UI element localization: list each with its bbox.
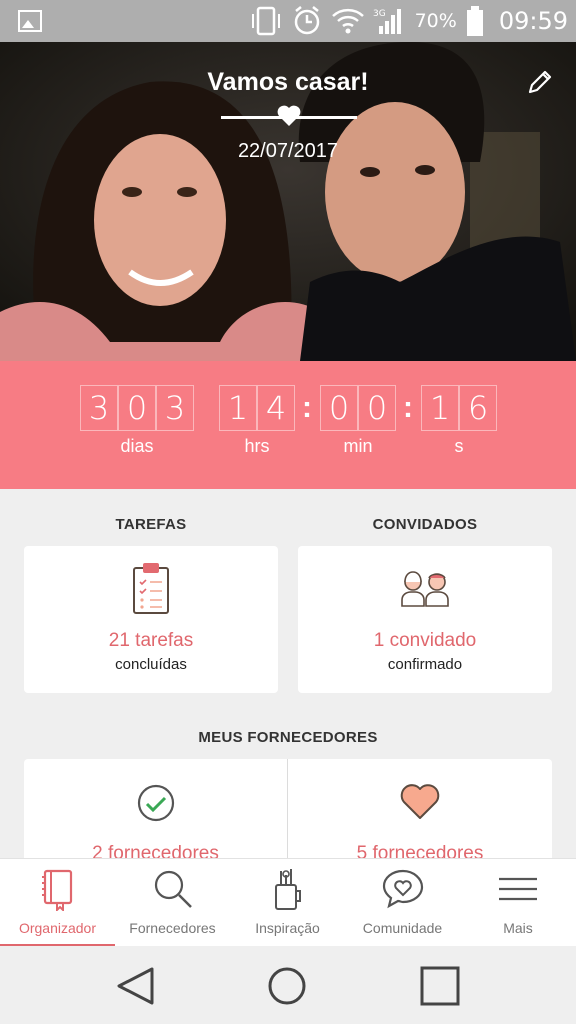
vendors-card: 2 fornecedores 5 fornecedores <box>24 759 552 869</box>
battery-percentage: 70% <box>414 10 457 32</box>
nav-organizador[interactable]: Organizador <box>0 859 115 947</box>
status-bar: 3G 70% 09:59 <box>0 0 576 42</box>
countdown-digit: 0 <box>358 385 396 431</box>
guests-status: confirmado <box>387 656 463 673</box>
menu-icon <box>499 877 537 901</box>
nav-label: Mais <box>503 920 533 936</box>
countdown-digit: 6 <box>459 385 497 431</box>
heart-icon <box>277 105 301 126</box>
clipboard-checklist-icon <box>133 563 169 614</box>
nav-comunidade[interactable]: Comunidade <box>345 859 460 947</box>
guests-couple-icon <box>401 571 449 607</box>
countdown-label-minutes: min <box>343 436 373 456</box>
nav-label: Fornecedores <box>129 920 216 936</box>
guests-heading: CONVIDADOS <box>372 516 478 533</box>
guests-count: 1 convidado <box>373 630 477 651</box>
countdown-digit: 0 <box>320 385 358 431</box>
nav-inspiracao[interactable]: Inspiração <box>230 859 345 947</box>
nav-label: Organizador <box>18 920 97 936</box>
nav-mais[interactable]: Mais <box>460 859 576 947</box>
signal-icon: 3G <box>373 9 401 34</box>
nav-label: Comunidade <box>362 920 443 936</box>
check-circle-icon <box>137 784 174 822</box>
tasks-heading: TAREFAS <box>115 516 187 533</box>
wedding-date: 22/07/2017 <box>237 140 339 162</box>
countdown-digit: 3 <box>156 385 194 431</box>
countdown-digit: 1 <box>219 385 257 431</box>
countdown-label-hours: hrs <box>244 436 270 456</box>
battery-icon <box>466 6 483 36</box>
countdown-days: 3 0 3 <box>80 385 194 431</box>
heart-favorite-icon <box>400 784 440 819</box>
pencil-cup-icon <box>274 869 301 910</box>
countdown-panel: 3 0 3 1 4 : 0 0 : 1 6 dias hrs min s <box>0 361 576 489</box>
hired-vendors-tile[interactable]: 2 fornecedores <box>24 759 287 869</box>
countdown-digit: 0 <box>118 385 156 431</box>
guests-card[interactable]: 1 convidado confirmado <box>298 546 552 693</box>
tasks-count: 21 tarefas <box>108 630 194 651</box>
system-navigation-bar <box>0 946 576 1024</box>
wifi-icon <box>331 8 364 34</box>
countdown-hours: 1 4 <box>219 385 295 431</box>
countdown-separator: : <box>302 391 312 424</box>
back-icon[interactable] <box>114 966 156 1006</box>
countdown-digit: 1 <box>421 385 459 431</box>
recent-apps-icon[interactable] <box>419 966 461 1006</box>
svg-text:3G: 3G <box>373 9 386 19</box>
gallery-notification-icon <box>18 10 42 32</box>
countdown-digit: 3 <box>80 385 118 431</box>
vibrate-icon <box>251 6 280 36</box>
bottom-navigation: Organizador Fornecedores Inspiração Comu… <box>0 858 576 947</box>
countdown-label-days: dias <box>120 436 154 456</box>
countdown-minutes: 0 0 <box>320 385 396 431</box>
nav-label: Inspiração <box>255 920 320 936</box>
nav-fornecedores[interactable]: Fornecedores <box>115 859 230 947</box>
search-icon <box>154 870 192 908</box>
notebook-icon <box>41 869 72 911</box>
chat-heart-icon <box>382 869 423 909</box>
countdown-label-seconds: s <box>454 436 464 456</box>
countdown-digit: 4 <box>257 385 295 431</box>
tasks-card[interactable]: 21 tarefas concluídas <box>24 546 278 693</box>
countdown-separator: : <box>403 391 413 424</box>
favorite-vendors-tile[interactable]: 5 fornecedores <box>288 759 552 869</box>
alarm-icon <box>294 6 319 35</box>
home-icon[interactable] <box>266 966 308 1006</box>
couple-photo-header: Vamos casar! 22/07/2017 <box>0 42 576 361</box>
clock: 09:59 <box>498 7 568 35</box>
vendors-heading: MEUS FORNECEDORES <box>198 729 378 746</box>
edit-pencil-icon[interactable] <box>526 68 554 96</box>
countdown-seconds: 1 6 <box>421 385 497 431</box>
hero-title: Vamos casar! <box>207 68 369 96</box>
tasks-status: concluídas <box>115 656 187 673</box>
